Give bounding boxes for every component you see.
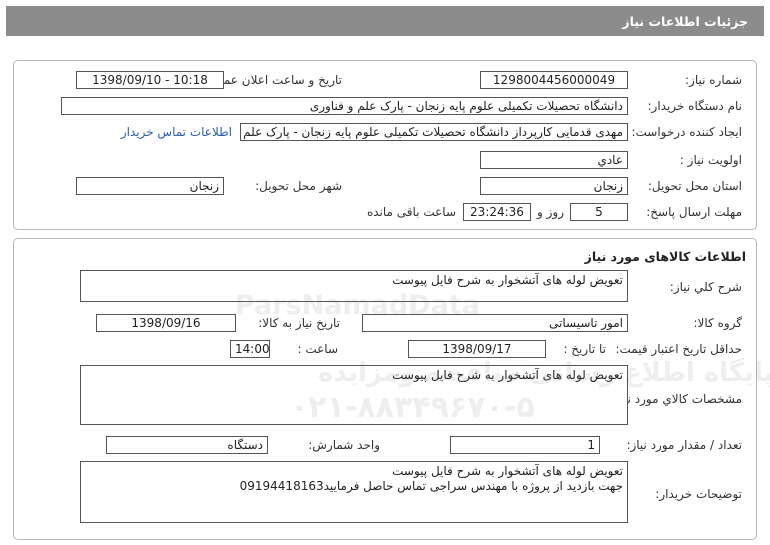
delivery-province-field: زنجان: [480, 177, 628, 195]
priority-field: عادي: [480, 151, 628, 169]
buyer-org-field: دانشگاه تحصیلات تکمیلی علوم پایه زنجان -…: [61, 97, 628, 115]
validity-hour-label: ساعت :: [297, 342, 338, 356]
goods-specs-field: تعویض لوله های آتشخوار به شرح فایل پیوست: [80, 365, 628, 425]
count-unit-label: واحد شمارش:: [308, 438, 380, 452]
validity-date-field: 1398/09/17: [408, 340, 546, 358]
deadline-time-suffix: ساعت باقی مانده: [366, 205, 456, 219]
deadline-time-field: 23:24:36: [463, 203, 531, 221]
request-creator-label: ایجاد کننده درخواست:: [631, 125, 742, 139]
response-deadline-label: مهلت ارسال پاسخ:: [646, 205, 742, 219]
goods-info-panel: اطلاعات کالاهای مورد نیاز شرح کلي نياز: …: [13, 238, 757, 540]
validity-time-field: 14:00: [230, 340, 270, 358]
buyer-org-label: نام دستگاه خریدار:: [647, 99, 743, 113]
need-date-label: تاریخ نیاز به کالا:: [258, 316, 340, 330]
need-date-field: 1398/09/16: [96, 314, 236, 332]
count-unit-field: دستگاه: [106, 436, 268, 454]
need-number-field: 1298004456000049: [480, 71, 628, 89]
price-validity-label: حداقل تاریخ اعتبار قیمت:: [615, 342, 742, 356]
goods-specs-label: مشخصات کالاي مورد نياز:: [610, 392, 742, 406]
need-info-panel: شماره نیاز: 1298004456000049 تاریخ و ساع…: [13, 60, 757, 230]
buyer-contact-link[interactable]: اطلاعات تماس خریدار: [121, 125, 232, 139]
need-summary-label: شرح کلي نياز:: [669, 280, 742, 294]
validity-until-label: تا تاریخ :: [563, 342, 606, 356]
delivery-city-label: شهر محل تحویل:: [255, 179, 342, 193]
quantity-label: تعداد / مقدار مورد نیاز:: [626, 438, 742, 452]
goods-group-label: گروه کالا:: [693, 316, 743, 330]
deadline-days-unit: روز و: [537, 205, 564, 219]
quantity-field: 1: [450, 436, 600, 454]
deadline-days-field: 5: [570, 203, 628, 221]
buyer-notes-label: توضیحات خریدار:: [655, 487, 742, 501]
need-summary-field: تعویض لوله های آتشخوار به شرح فایل پیوست: [80, 270, 628, 302]
announce-datetime-field: 1398/09/10 - 10:18: [76, 71, 224, 89]
goods-section-title: اطلاعات کالاهای مورد نیاز: [584, 249, 746, 264]
page-title: جزئیات اطلاعات نیاز: [622, 13, 748, 29]
request-creator-field: مهدی قدمایی کارپرداز دانشگاه تحصیلات تکم…: [240, 123, 628, 141]
need-number-label: شماره نیاز:: [685, 73, 742, 87]
delivery-province-label: استان محل تحویل:: [647, 179, 742, 193]
page-header: جزئیات اطلاعات نیاز: [6, 6, 764, 36]
buyer-notes-field: تعویض لوله های آتشخوار به شرح فایل پیوست…: [80, 461, 628, 523]
priority-label: اولویت نیاز :: [679, 153, 742, 167]
goods-group-field: امور تاسیساتی: [362, 314, 628, 332]
delivery-city-field: زنجان: [76, 177, 224, 195]
